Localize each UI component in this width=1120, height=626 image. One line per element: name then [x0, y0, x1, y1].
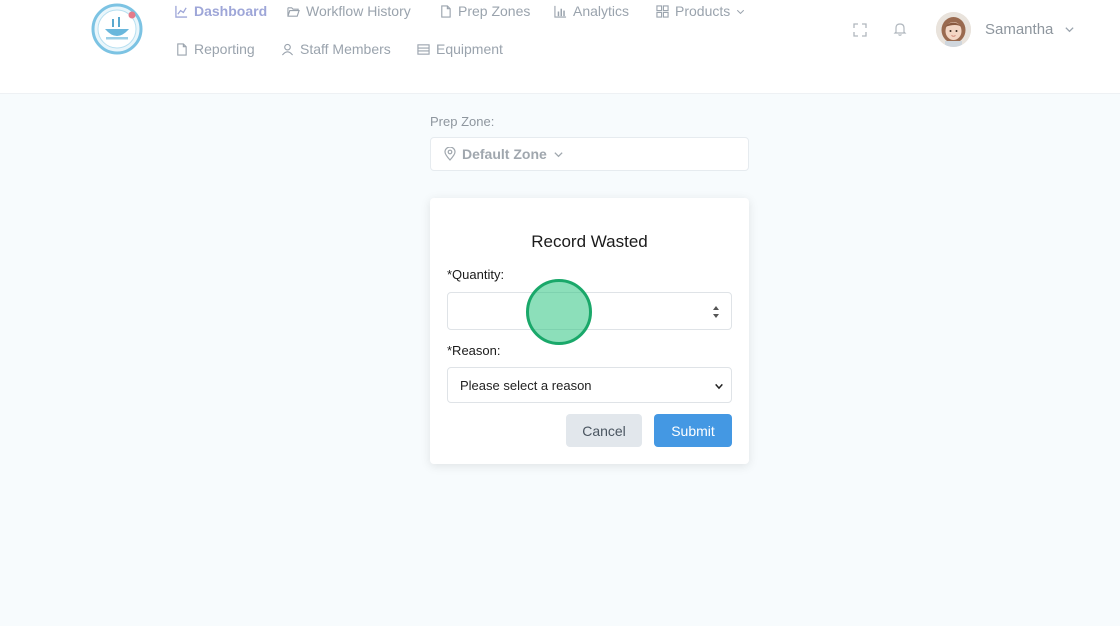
grid-icon	[656, 4, 669, 18]
nav-reporting[interactable]: Reporting	[175, 41, 255, 57]
file-icon	[441, 4, 451, 18]
prep-zone-value: Default Zone	[462, 146, 547, 162]
app-logo[interactable]	[91, 3, 143, 55]
prep-zone-label: Prep Zone:	[430, 114, 495, 129]
quantity-label: *Quantity:	[447, 267, 505, 282]
nav-dashboard[interactable]: Dashboard	[175, 3, 267, 19]
file-icon	[177, 42, 187, 56]
map-pin-icon	[444, 147, 456, 161]
reason-select[interactable]: Please select a reason	[447, 367, 732, 403]
chevron-down-icon	[554, 151, 563, 157]
user-icon	[281, 43, 294, 55]
nav-label: Analytics	[573, 3, 630, 19]
bar-chart-icon	[554, 5, 567, 18]
fullscreen-icon[interactable]	[853, 23, 867, 37]
nav-label: Products	[675, 3, 731, 19]
folder-open-icon	[287, 6, 300, 17]
number-spinner-icon[interactable]	[711, 303, 721, 321]
chevron-down-icon[interactable]	[1064, 24, 1075, 35]
nav-label: Equipment	[436, 41, 503, 57]
nav-analytics[interactable]: Analytics	[554, 3, 629, 19]
prep-zone-select[interactable]: Default Zone	[430, 137, 749, 171]
nav-label: Reporting	[194, 41, 255, 57]
record-wasted-modal: Record Wasted *Quantity: *Reason: Please…	[430, 198, 749, 464]
chart-line-icon	[175, 5, 188, 18]
nav-prep-zones[interactable]: Prep Zones	[439, 3, 530, 19]
user-name[interactable]: Samantha	[985, 21, 1053, 38]
nav-label: Dashboard	[194, 3, 268, 19]
chevron-down-icon	[715, 383, 723, 390]
avatar-image	[936, 12, 971, 47]
nav-label: Workflow History	[306, 3, 411, 19]
chevron-down-icon	[737, 9, 745, 14]
quantity-input[interactable]	[447, 292, 732, 330]
bell-icon[interactable]	[893, 22, 907, 36]
avatar[interactable]	[936, 12, 971, 47]
cancel-button[interactable]: Cancel	[566, 414, 642, 447]
nav-products[interactable]: Products	[656, 3, 745, 19]
list-icon	[417, 43, 430, 55]
top-header: Dashboard Workflow History Prep Zones An…	[0, 0, 1120, 94]
nav-label: Prep Zones	[458, 3, 531, 19]
modal-title: Record Wasted	[531, 232, 648, 251]
nav-staff-members[interactable]: Staff Members	[281, 41, 391, 57]
reason-label: *Reason:	[447, 343, 501, 358]
reason-selected-value: Please select a reason	[460, 377, 592, 393]
nav-equipment[interactable]: Equipment	[417, 41, 503, 57]
submit-button[interactable]: Submit	[654, 414, 732, 447]
nav-label: Staff Members	[300, 41, 391, 57]
nav-workflow-history[interactable]: Workflow History	[287, 3, 411, 19]
